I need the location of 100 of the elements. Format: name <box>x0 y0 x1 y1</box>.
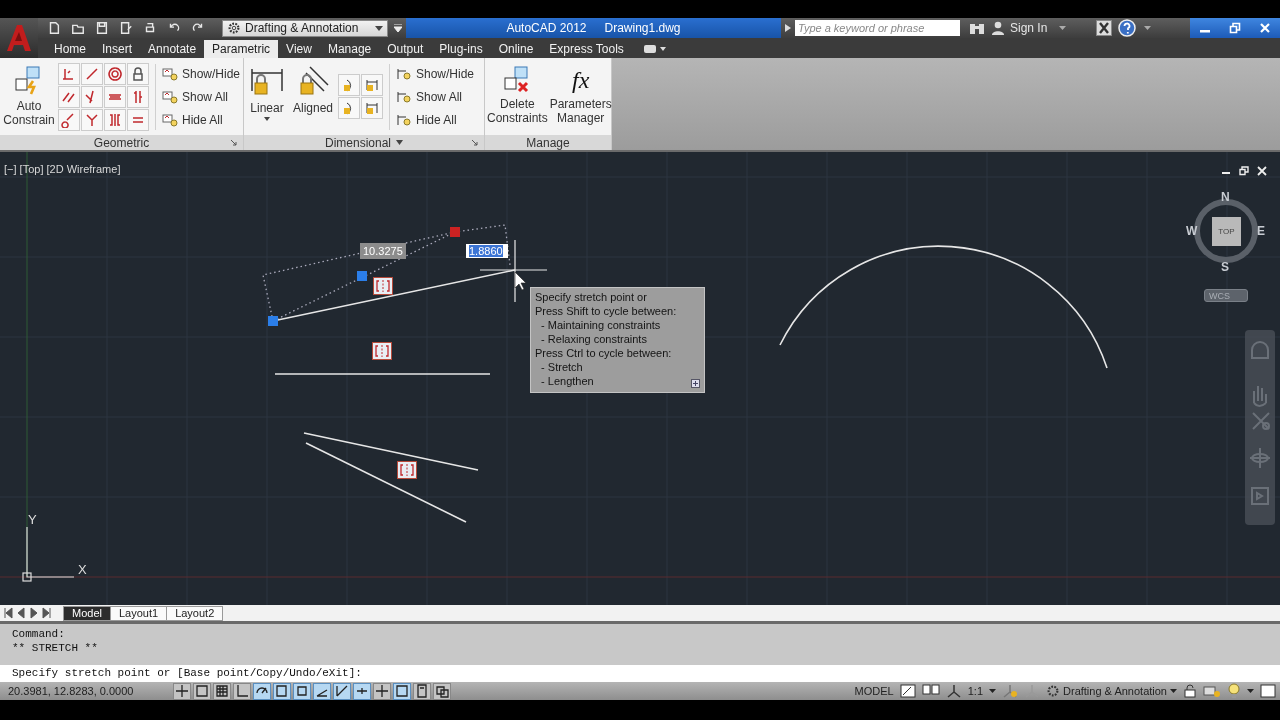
search-field[interactable]: Type a keyword or phrase <box>795 20 960 36</box>
annotation-scale-icon[interactable] <box>945 683 962 699</box>
drafting-toggle-button[interactable] <box>173 682 191 700</box>
grip[interactable] <box>357 271 367 281</box>
sign-in-button[interactable]: Sign In <box>987 21 1052 35</box>
compass-letter[interactable]: E <box>1257 224 1265 238</box>
grip[interactable] <box>268 316 278 326</box>
ribbon-options-icon[interactable] <box>643 45 666 53</box>
panel-title: Dimensional <box>325 135 391 150</box>
viewcube-face[interactable]: TOP <box>1212 217 1241 246</box>
close-icon[interactable] <box>1257 166 1267 176</box>
caret-icon[interactable] <box>396 140 403 145</box>
help-icon[interactable] <box>1118 19 1137 37</box>
ribbon-tab[interactable]: Plug-ins <box>431 40 491 58</box>
dialog-launcher-icon[interactable] <box>230 139 237 146</box>
workspace-dropdown[interactable]: Drafting & Annotation <box>222 19 388 37</box>
caret-icon[interactable] <box>1247 689 1254 693</box>
constraint-button[interactable] <box>127 85 149 108</box>
tab-navigation-icon[interactable] <box>3 607 13 619</box>
constraint-button[interactable] <box>58 108 80 131</box>
hot-grip[interactable] <box>450 227 460 237</box>
constraint-marker[interactable] <box>373 277 393 295</box>
parameters-manager-button[interactable]: fx Parameters Manager <box>549 60 612 133</box>
layout-tab[interactable]: Layout1 <box>109 605 168 621</box>
drafting-toggle-button[interactable] <box>313 682 331 700</box>
command-line-field[interactable]: Specify stretch point or [Base point/Copy/Undo/eXit]: <box>0 665 1280 682</box>
ribbon-tab[interactable]: Annotate <box>140 40 205 58</box>
workspace-switch-button[interactable]: Drafting & Annotation <box>1046 684 1177 698</box>
layout-tab[interactable]: Layout2 <box>166 605 224 621</box>
constraint-button[interactable] <box>81 62 103 85</box>
linear-button[interactable]: Linear <box>246 60 288 133</box>
ribbon-tab[interactable]: Express Tools <box>541 40 632 58</box>
restore-icon[interactable] <box>1239 166 1249 176</box>
hardware-icon[interactable] <box>1203 684 1221 698</box>
drafting-toggle-button[interactable] <box>393 682 411 700</box>
expand-icon[interactable] <box>691 379 700 388</box>
layout-icon[interactable] <box>899 684 916 698</box>
drafting-toggle-button[interactable] <box>233 682 251 700</box>
lightbulb-icon[interactable] <box>1227 683 1241 699</box>
tab-navigation-icon[interactable] <box>42 607 52 619</box>
constraint-button[interactable] <box>104 108 126 131</box>
layout-icon[interactable] <box>921 684 940 698</box>
drafting-toggle-button[interactable] <box>253 682 271 700</box>
drafting-toggle-button[interactable] <box>193 682 211 700</box>
viewport-label[interactable]: [−] [Top] [2D Wireframe] <box>4 163 121 175</box>
ribbon-tab[interactable]: Home <box>46 40 94 58</box>
tab-navigation-icon[interactable] <box>16 607 26 619</box>
dialog-launcher-icon[interactable] <box>471 139 478 146</box>
drafting-toggle-button[interactable] <box>353 682 371 700</box>
model-space-button[interactable]: MODEL <box>854 685 894 697</box>
constraint-button[interactable] <box>81 85 103 108</box>
constraint-button[interactable] <box>104 85 126 108</box>
drafting-toggle-button[interactable] <box>293 682 311 700</box>
show-all-button[interactable]: Show All <box>162 87 241 106</box>
caret-icon[interactable] <box>989 689 997 693</box>
drafting-toggle-button[interactable] <box>433 682 451 700</box>
auto-constrain-button[interactable]: Auto Constrain <box>2 60 56 133</box>
layout-tab[interactable]: Model <box>63 605 111 621</box>
caret-icon[interactable] <box>1144 26 1152 30</box>
constraint-button[interactable] <box>104 62 126 85</box>
ribbon-tab[interactable]: Manage <box>319 40 380 58</box>
drafting-toggle-button[interactable] <box>213 682 231 700</box>
drafting-toggle-button[interactable] <box>373 682 391 700</box>
show-hide-button[interactable]: Show/Hide <box>396 64 475 83</box>
aligned-button[interactable]: Aligned <box>290 60 336 133</box>
compass-letter[interactable]: S <box>1221 260 1229 274</box>
show-hide-button[interactable]: Show/Hide <box>162 64 241 83</box>
ribbon-tab[interactable]: Online <box>490 40 542 58</box>
constraint-button[interactable] <box>58 85 80 108</box>
constraint-marker[interactable] <box>372 342 392 360</box>
compass-letter[interactable]: N <box>1221 190 1230 204</box>
lock-icon[interactable] <box>1183 684 1197 698</box>
compass-letter[interactable]: W <box>1186 224 1198 238</box>
drafting-toggle-button[interactable] <box>413 682 431 700</box>
customize-caret-icon[interactable] <box>394 24 402 32</box>
dimension-input-field[interactable]: 1.8860 <box>466 244 508 258</box>
clean-screen-icon[interactable] <box>1260 684 1276 698</box>
constraint-button[interactable] <box>58 62 80 85</box>
drafting-toggle-button[interactable] <box>273 682 291 700</box>
hide-all-button[interactable]: Hide All <box>162 110 241 129</box>
constraint-marker[interactable] <box>397 461 417 479</box>
binoculars-icon[interactable] <box>969 21 985 35</box>
ribbon-tab[interactable]: View <box>278 40 320 58</box>
constraint-button[interactable] <box>127 108 149 131</box>
drafting-toggle-button[interactable] <box>333 682 351 700</box>
hide-all-button[interactable]: Hide All <box>396 110 475 129</box>
ribbon-tab[interactable]: Output <box>379 40 432 58</box>
show-all-button[interactable]: Show All <box>396 87 475 106</box>
annotation-scale-dropdown[interactable]: 1:1 <box>967 685 984 697</box>
ribbon-tab[interactable]: Insert <box>94 40 141 58</box>
constraint-button[interactable] <box>127 62 149 85</box>
expand-arrow-icon[interactable] <box>785 24 791 32</box>
delete-constraints-button[interactable]: Delete Constraints <box>487 60 548 133</box>
constraint-button[interactable] <box>81 108 103 131</box>
dimension-constraint-button[interactable] <box>361 97 383 119</box>
ribbon-tab[interactable]: Parametric <box>204 40 279 58</box>
dimension-constraint-button[interactable] <box>361 74 383 96</box>
tab-navigation-icon[interactable] <box>29 607 39 619</box>
exchange-icon[interactable] <box>1096 20 1113 36</box>
caret-icon[interactable] <box>1059 26 1067 30</box>
